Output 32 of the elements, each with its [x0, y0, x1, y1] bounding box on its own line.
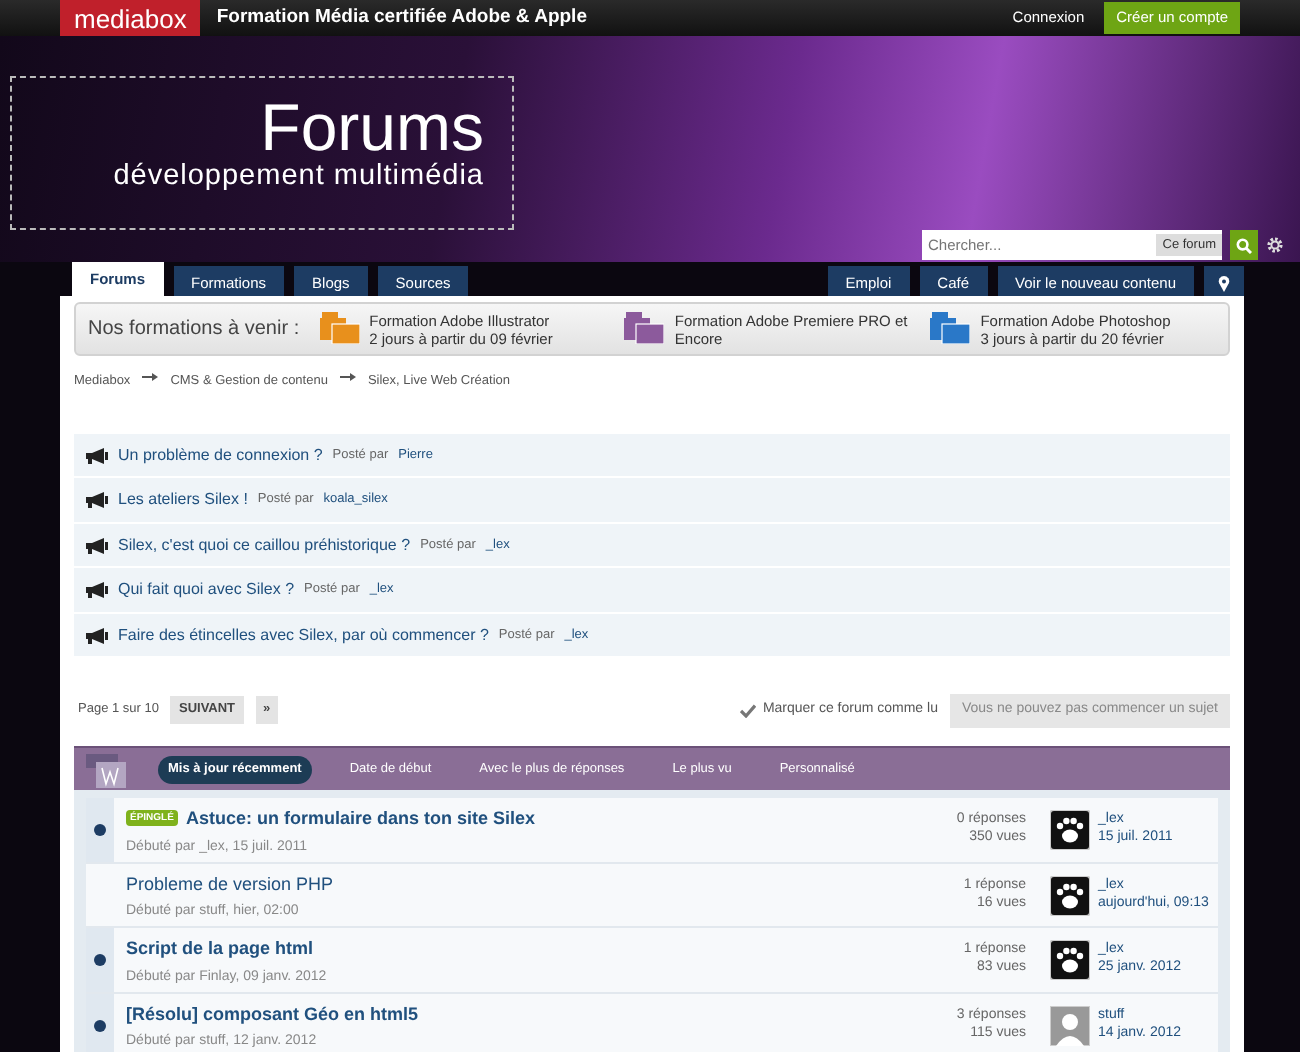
paw-avatar-icon — [1050, 810, 1090, 851]
software-box-icon — [930, 311, 971, 343]
software-box-icon — [624, 311, 665, 343]
topic-title[interactable]: Astuce: un formulaire dans ton site Silex — [185, 808, 535, 829]
announcement-title[interactable]: Qui fait quoi avec Silex ? — [118, 578, 295, 602]
person-avatar-icon — [1050, 1005, 1090, 1046]
paw-avatar-icon — [1050, 940, 1090, 981]
banner-title: Forums — [260, 94, 484, 162]
announcement-title[interactable]: Les ateliers Silex ! — [118, 488, 248, 512]
announcement-title[interactable]: Un problème de connexion ? — [118, 443, 323, 467]
paw-avatar-icon — [1050, 875, 1090, 916]
megaphone-icon — [86, 627, 108, 643]
megaphone-icon — [86, 447, 108, 463]
map-pin-button[interactable] — [1204, 266, 1244, 296]
site-tagline: Formation Média certifiée Adobe & Apple — [216, 3, 587, 32]
topic-title[interactable]: Script de la page html — [126, 938, 314, 959]
announcement-title[interactable]: Faire des étincelles avec Silex, par où commencer ? — [118, 623, 489, 647]
topic-title[interactable]: [Résolu] composant Géo en html5 — [126, 1003, 419, 1024]
arrow-icon — [142, 372, 159, 382]
settings-icon[interactable] — [1266, 236, 1284, 254]
formations-label: Nos formations à venir : — [88, 316, 300, 344]
megaphone-icon — [86, 537, 108, 553]
announcement-title[interactable]: Silex, c'est quoi ce caillou préhistorique ? — [118, 533, 411, 557]
banner-subtitle: développement multimédia — [111, 162, 484, 190]
topic-title[interactable]: Probleme de version PHP — [126, 873, 334, 894]
map-pin-icon — [1218, 276, 1230, 293]
megaphone-icon — [86, 492, 108, 508]
arrow-icon — [339, 372, 356, 382]
megaphone-icon — [86, 582, 108, 598]
check-icon — [740, 703, 757, 718]
software-box-icon — [319, 311, 360, 343]
search-icon — [1236, 237, 1252, 253]
